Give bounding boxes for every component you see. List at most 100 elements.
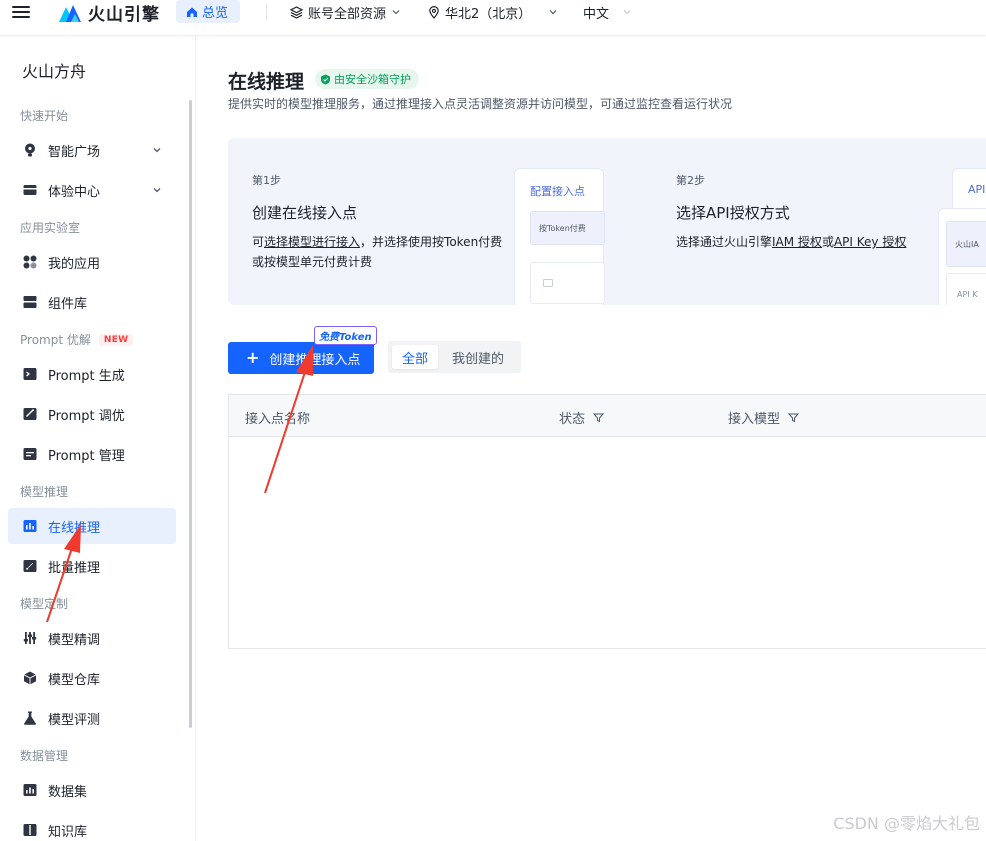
sidebar-item-prompt-tune[interactable]: Prompt 调优 [8,396,176,432]
sidebar-item-model-eval[interactable]: 模型评测 [8,700,176,736]
chevron-down-icon [623,10,631,15]
watermark: CSDN @零焰大礼包 [833,814,980,833]
step1-title: 创建在线接入点 [252,204,358,222]
iam-auth-link[interactable]: IAM 授权 [772,235,822,249]
top-bar: 火山引擎 总览 账号全部资源 华北2（北京） 中文 [0,0,986,36]
sidebar-item-fine-tune[interactable]: 模型精调 [8,620,176,656]
dataset-icon [22,782,38,798]
sidebar-item-label: 我的应用 [48,256,101,272]
account-resource-select[interactable]: 账号全部资源 [290,0,401,24]
sidebar-item-label: 组件库 [48,296,88,312]
sidebar-item-knowledge-base[interactable]: 知识库 [8,812,176,841]
sidebar-item-label: 体验中心 [48,184,101,200]
new-badge: NEW [98,333,134,346]
book-icon [22,822,38,838]
sidebar-item-batch-inference[interactable]: 批量推理 [8,548,176,584]
sidebar-item-prompt-generate[interactable]: Prompt 生成 [8,356,176,392]
sidebar-item-label: 模型仓库 [48,672,101,688]
token-pay-chip: 按Token付费 [530,211,605,245]
column-status: 状态 [559,408,605,427]
step1-preview-card: 配置接入点 按Token付费 [514,168,605,305]
create-endpoint-label: 创建推理接入点 [269,352,361,368]
sidebar-item-label: 数据集 [48,784,88,800]
table-header: 接入点名称 状态 接入模型 [229,395,986,437]
sidebar-item-label: 批量推理 [48,560,101,576]
nav-group-data: 数据管理 [20,749,69,763]
step2-preview-title: API [968,183,986,196]
sidebar-item-label: Prompt 管理 [48,448,125,464]
step1-preview-title: 配置接入点 [530,185,585,198]
create-endpoint-button[interactable]: + 创建推理接入点 [228,342,374,374]
overview-tab-label: 总览 [202,6,229,21]
sidebar-item-label: 在线推理 [48,520,101,536]
free-token-tag: 免费Token [314,326,377,345]
sidebar-item-online-inference[interactable]: 在线推理 [8,508,176,544]
page-title: 在线推理 [228,71,305,93]
tab-created-by-me[interactable]: 我创建的 [442,345,514,369]
menu-icon[interactable] [12,4,30,20]
step1-preview-box [530,262,605,304]
overview-tab[interactable]: 总览 [176,0,241,23]
home-icon [187,7,197,17]
sidebar-item-experience-center[interactable]: 体验中心 [8,172,176,208]
api-key-auth-link[interactable]: API Key 授权 [834,235,906,249]
nav-group-inference: 模型推理 [20,485,69,499]
apps-icon [22,254,38,270]
step1-label: 第1步 [252,174,281,187]
language-label: 中文 [583,6,610,22]
account-resource-label: 账号全部资源 [308,6,387,22]
filter-icon[interactable] [593,412,605,423]
sidebar-item-label: Prompt 生成 [48,368,125,384]
sidebar-scrollbar[interactable] [189,100,192,728]
iam-chip: 火山IA [946,221,986,267]
sidebar-item-label: 知识库 [48,824,88,840]
chevron-down-icon [392,10,400,15]
step2-preview-card: 火山IA API K [938,208,986,305]
column-model: 接入模型 [728,408,800,427]
sidebar-item-label: 智能广场 [48,144,101,160]
tab-all[interactable]: 全部 [392,345,439,369]
chevron-down-icon [153,148,161,153]
filter-icon[interactable] [788,412,800,423]
step2-description: 选择通过火山引擎IAM 授权或API Key 授权 [676,235,907,249]
image-placeholder-icon [543,279,553,287]
sidebar-title: 火山方舟 [22,62,87,81]
sidebar-item-component-lib[interactable]: 组件库 [8,284,176,320]
step1-description: 可选择模型进行接入，并选择使用按Token付费 或按模型单元付费计费 [252,235,503,269]
api-key-chip: API K [946,273,986,305]
chevron-down-icon [153,188,161,193]
endpoints-table: 接入点名称 状态 接入模型 [228,394,986,649]
sidebar-item-label: Prompt 调优 [48,408,125,424]
layers-icon [290,5,303,19]
filter-tabs: 全部 我创建的 [388,341,521,373]
page-description: 提供实时的模型推理服务，通过推理接入点灵活调整资源并访问模型，可通过监控查看运行… [228,97,733,111]
sidebar-item-my-apps[interactable]: 我的应用 [8,244,176,280]
bulb-icon [22,142,38,158]
sliders-icon [22,630,38,646]
column-name: 接入点名称 [245,412,311,427]
experience-icon [22,182,38,198]
steps-guide-panel: 第1步 创建在线接入点 可选择模型进行接入，并选择使用按Token付费 或按模型… [228,138,986,305]
brand-name: 火山引擎 [88,4,160,25]
topbar-divider [266,4,267,20]
select-model-link[interactable]: 选择模型进行接入 [264,235,360,249]
sidebar-item-prompt-manage[interactable]: Prompt 管理 [8,436,176,472]
cube-icon [22,670,38,686]
main-content: 在线推理 由安全沙箱守护 提供实时的模型推理服务，通过推理接入点灵活调整资源并访… [196,36,986,841]
component-icon [22,294,38,310]
sidebar-item-model-repo[interactable]: 模型仓库 [8,660,176,696]
terminal-icon [22,366,38,382]
location-pin-icon [429,5,439,19]
nav-group-customize: 模型定制 [20,597,69,611]
sandbox-badge[interactable]: 由安全沙箱守护 [315,69,419,89]
sidebar-item-smart-square[interactable]: 智能广场 [8,132,176,168]
language-select[interactable]: 中文 [583,0,632,24]
plus-icon: + [246,348,260,367]
brand-logo[interactable]: 火山引擎 [58,0,160,25]
shield-icon [321,74,330,84]
step2-label: 第2步 [676,174,705,187]
sidebar: 火山方舟 快速开始 智能广场 体验中心 应用实验室 我的应用 组件库 Promp… [0,36,196,841]
region-select[interactable]: 华北2（北京） [428,0,558,24]
tune-icon [22,406,38,422]
sidebar-item-dataset[interactable]: 数据集 [8,772,176,808]
